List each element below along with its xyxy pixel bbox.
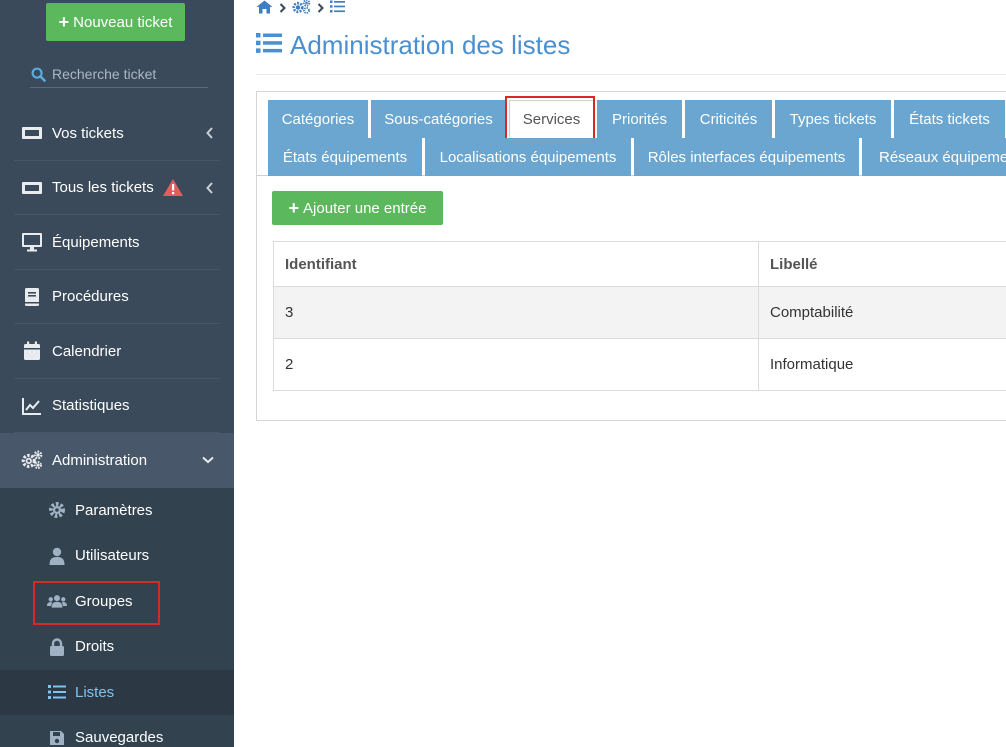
ticket-search <box>30 61 208 88</box>
sidebar-subitem-utilisateurs[interactable]: Utilisateurs <box>0 533 234 579</box>
list-icon <box>256 30 282 61</box>
table-header-row: Identifiant Libellé <box>273 241 1006 287</box>
tab-etats-equipements[interactable]: États équipements <box>268 138 422 176</box>
page-title-text: Administration des listes <box>290 30 571 60</box>
highlight-box <box>33 580 160 625</box>
gear-icon <box>47 500 67 520</box>
book-icon <box>21 286 43 308</box>
column-header-libelle[interactable]: Libellé <box>758 241 1006 287</box>
sidebar-item-label: Équipements <box>52 233 140 251</box>
table-row[interactable]: 3 Comptabilité <box>273 286 1006 339</box>
save-icon <box>47 728 67 747</box>
sidebar-item-label: Calendrier <box>52 342 122 360</box>
sidebar-item-administration[interactable]: Administration <box>0 433 234 488</box>
tab-services[interactable]: Services <box>509 100 594 138</box>
gears-icon <box>21 449 43 471</box>
sidebar-item-equipements[interactable]: Équipements <box>0 215 234 270</box>
lists-panel: Catégories Sous-catégories Services Prio… <box>256 91 1006 421</box>
breadcrumb <box>256 0 345 16</box>
search-icon <box>31 67 46 82</box>
add-entry-label: Ajouter une entrée <box>303 199 427 217</box>
new-ticket-button[interactable]: + Nouveau ticket <box>46 3 185 41</box>
sidebar: + Nouveau ticket Vos tickets Tous les ti… <box>0 0 234 747</box>
tab-services-wrap: Services <box>505 96 595 142</box>
chart-icon <box>21 395 43 417</box>
chevron-left-icon <box>206 182 214 194</box>
sidebar-subitem-label: Sauvegardes <box>75 729 164 747</box>
calendar-icon <box>21 340 43 362</box>
sidebar-item-calendrier[interactable]: Calendrier <box>0 324 234 379</box>
plus-icon: + <box>288 198 300 218</box>
sidebar-menu: Vos tickets Tous les tickets Équipements… <box>0 106 234 747</box>
tab-sous-categories[interactable]: Sous-catégories <box>371 100 506 138</box>
sidebar-subitem-label: Paramètres <box>75 501 153 519</box>
tab-categories[interactable]: Catégories <box>268 100 368 138</box>
warning-icon <box>162 178 184 197</box>
title-divider <box>256 74 1006 75</box>
sidebar-item-label: Vos tickets <box>52 124 124 142</box>
column-header-identifiant[interactable]: Identifiant <box>273 241 759 287</box>
sidebar-item-label: Tous les tickets <box>52 179 154 197</box>
chevron-right-icon <box>317 3 324 13</box>
ticket-icon <box>21 177 43 199</box>
list-icon[interactable] <box>330 0 345 16</box>
page-title: Administration des listes <box>256 30 570 61</box>
sidebar-subitem-listes[interactable]: Listes <box>0 669 234 715</box>
user-icon <box>47 546 67 566</box>
sidebar-item-procedures[interactable]: Procédures <box>0 270 234 325</box>
entries-table: Identifiant Libellé 3 Comptabilité 2 Inf… <box>273 241 1006 391</box>
sidebar-subitem-droits[interactable]: Droits <box>0 624 234 670</box>
sidebar-item-tous-les-tickets[interactable]: Tous les tickets <box>0 161 234 216</box>
cell-identifiant: 2 <box>273 338 759 391</box>
monitor-icon <box>21 231 43 253</box>
sidebar-subitem-parametres[interactable]: Paramètres <box>0 488 234 534</box>
ticket-icon <box>21 122 43 144</box>
sidebar-item-statistiques[interactable]: Statistiques <box>0 379 234 434</box>
sidebar-item-label: Statistiques <box>52 397 130 415</box>
tabs-row-2: États équipements Localisations équipeme… <box>268 138 1006 176</box>
tab-reseaux-equipements[interactable]: Réseaux équipements <box>862 138 1006 176</box>
chevron-right-icon <box>279 3 286 13</box>
tab-priorites[interactable]: Priorités <box>597 100 682 138</box>
chevron-left-icon <box>206 127 214 139</box>
tab-localisations-equipements[interactable]: Localisations équipements <box>425 138 631 176</box>
sidebar-subitem-groupes[interactable]: Groupes <box>0 579 234 625</box>
list-icon <box>47 682 67 702</box>
add-entry-button[interactable]: + Ajouter une entrée <box>272 191 443 225</box>
gears-icon[interactable] <box>292 0 311 17</box>
home-icon[interactable] <box>256 0 273 17</box>
tab-roles-interfaces-equipements[interactable]: Rôles interfaces équipements <box>634 138 859 176</box>
cell-libelle: Comptabilité <box>758 286 1006 339</box>
sidebar-subitem-label: Droits <box>75 638 115 656</box>
lock-icon <box>47 637 67 657</box>
chevron-down-icon <box>202 456 214 464</box>
tab-types-tickets[interactable]: Types tickets <box>775 100 891 138</box>
sidebar-subitem-sauvegardes[interactable]: Sauvegardes <box>0 715 234 747</box>
new-ticket-label: Nouveau ticket <box>73 13 173 31</box>
ticket-search-input[interactable] <box>52 66 202 82</box>
cell-identifiant: 3 <box>273 286 759 339</box>
tab-etats-tickets[interactable]: États tickets <box>894 100 1005 138</box>
sidebar-subitem-label: Utilisateurs <box>75 547 150 565</box>
main-content: Administration des listes Catégories Sou… <box>234 0 1006 747</box>
administration-submenu: Paramètres Utilisateurs Groupes Droits L… <box>0 487 234 747</box>
sidebar-item-label: Procédures <box>52 288 129 306</box>
sidebar-item-label: Administration <box>52 451 148 469</box>
cell-libelle: Informatique <box>758 338 1006 391</box>
plus-icon: + <box>58 12 70 32</box>
sidebar-subitem-label: Listes <box>75 683 115 701</box>
tabs-row-1: Catégories Sous-catégories Services Prio… <box>268 96 1006 142</box>
tab-criticites[interactable]: Criticités <box>685 100 772 138</box>
table-row[interactable]: 2 Informatique <box>273 338 1006 391</box>
sidebar-item-vos-tickets[interactable]: Vos tickets <box>0 106 234 161</box>
